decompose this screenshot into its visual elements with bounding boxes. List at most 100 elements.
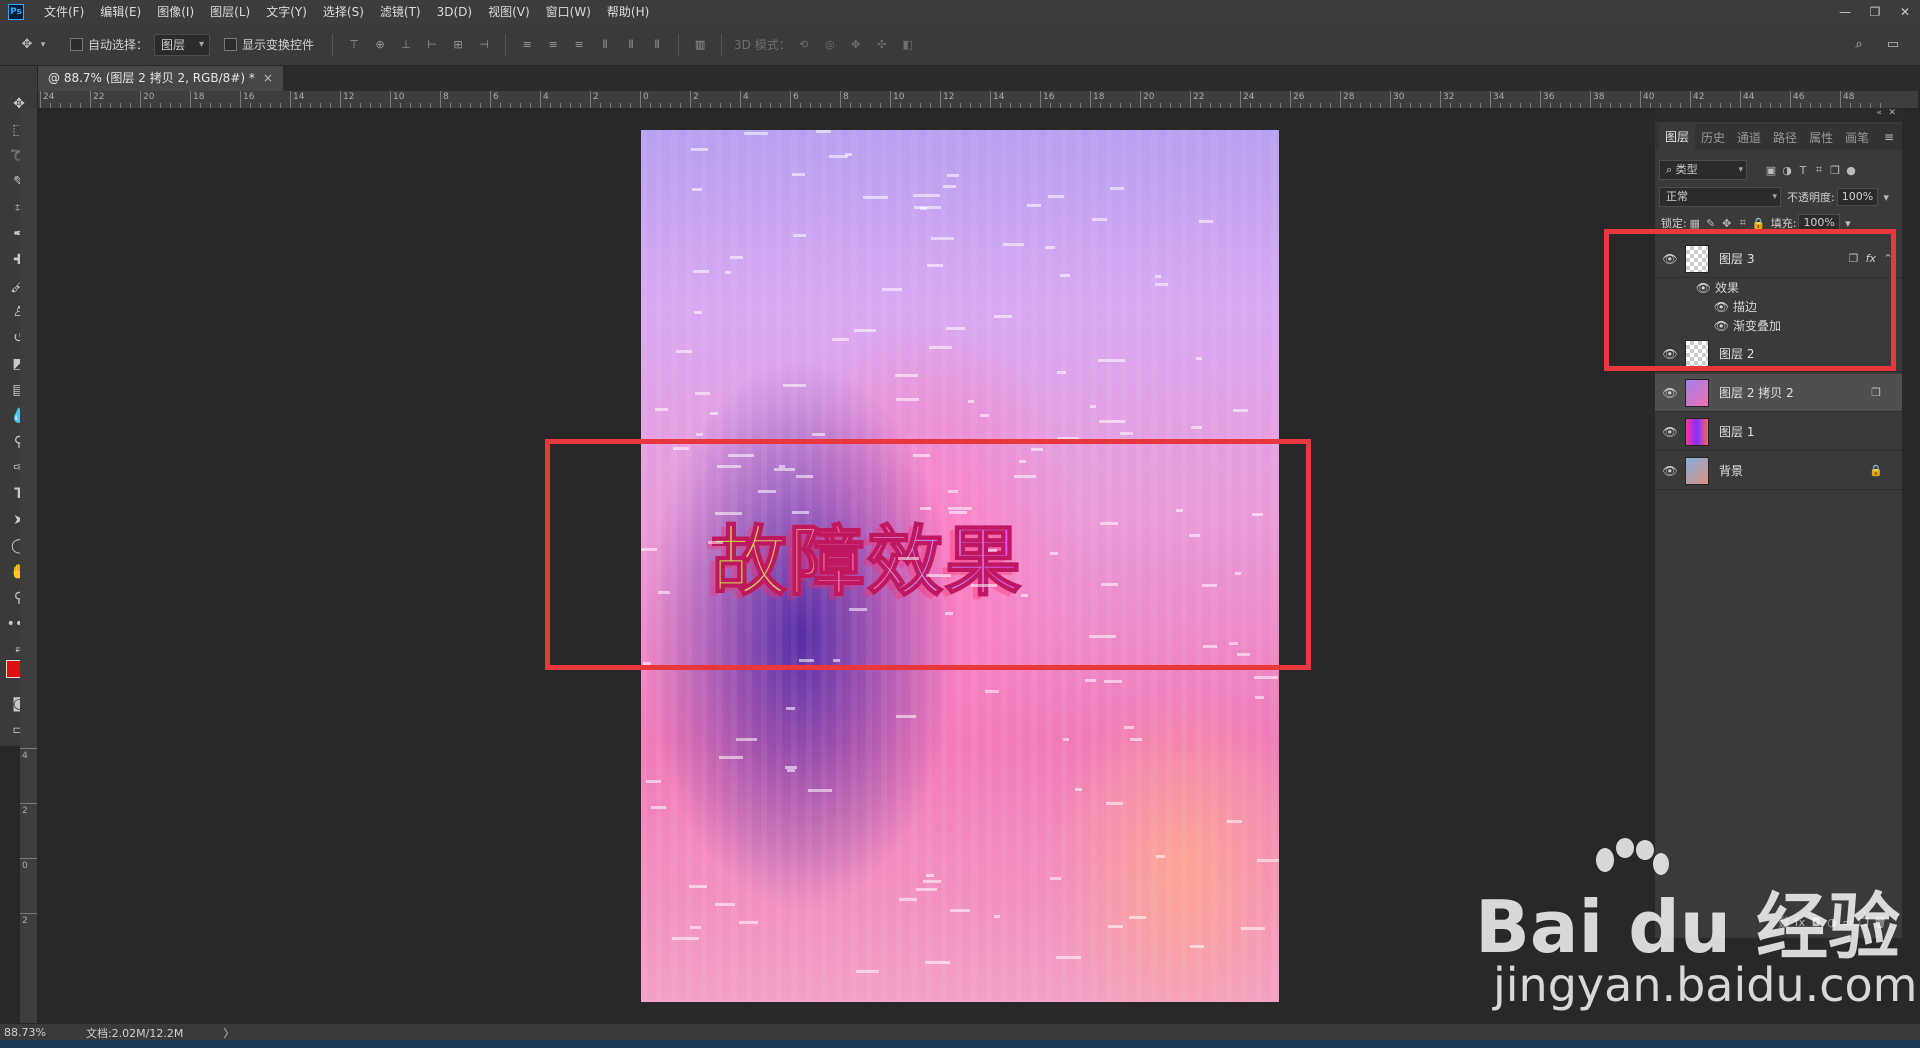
ruler-minor-tick: [50, 103, 51, 108]
filter-shape-icon[interactable]: ⌗: [1811, 162, 1827, 178]
workspace-icon[interactable]: ▭: [1882, 34, 1904, 56]
glitch-streak: [690, 926, 701, 929]
layer-row-1[interactable]: 👁 图层 1: [1655, 413, 1902, 451]
auto-select-checkbox[interactable]: [70, 38, 83, 51]
ruler-minor-tick: [730, 103, 731, 108]
ruler-minor-tick: [1570, 103, 1571, 108]
ruler-minor-tick: [1330, 103, 1331, 108]
glitch-streak: [651, 806, 666, 809]
ruler-tick: [1140, 91, 1141, 108]
layer-row-background[interactable]: 👁 背景 🔒: [1655, 452, 1902, 490]
blend-mode-dropdown[interactable]: 正常: [1659, 187, 1781, 207]
ruler-minor-tick: [210, 103, 211, 108]
opacity-field[interactable]: 100%: [1836, 188, 1879, 206]
auto-align-icon[interactable]: ▥: [691, 35, 709, 55]
menu-3d[interactable]: 3D(D): [429, 0, 480, 24]
menu-filter[interactable]: 滤镜(T): [372, 0, 429, 24]
menu-file[interactable]: 文件(F): [36, 0, 92, 24]
zoom-level[interactable]: 88.73%: [4, 1026, 46, 1039]
align-bottom-icon[interactable]: ⊥: [397, 35, 415, 55]
opacity-chevron-icon[interactable]: ▾: [1878, 189, 1894, 205]
ruler-tick: [590, 91, 591, 108]
filter-pixel-icon[interactable]: ▣: [1763, 162, 1779, 178]
ruler-minor-tick: [900, 103, 901, 108]
layer-filter-dropdown[interactable]: ⌕ 类型: [1659, 160, 1747, 180]
distribute-right-icon[interactable]: ⦀: [648, 35, 666, 55]
ruler-minor-tick: [980, 103, 981, 108]
ruler-minor-tick: [1650, 103, 1651, 108]
status-menu-arrow-icon[interactable]: 〉: [223, 1025, 234, 1041]
show-transform-checkbox[interactable]: [224, 38, 238, 51]
ruler-tick: [1640, 91, 1641, 108]
ruler-minor-tick: [1250, 103, 1251, 108]
menu-view[interactable]: 视图(V): [480, 0, 538, 24]
document-tab[interactable]: @ 88.7% (图层 2 拷贝 2, RGB/8#) * ×: [38, 66, 283, 91]
visibility-eye-icon[interactable]: 👁: [1655, 464, 1685, 478]
glitch-streak: [1241, 927, 1265, 930]
ruler-minor-tick: [810, 103, 811, 108]
glitch-streak: [785, 766, 797, 769]
align-top-icon[interactable]: ⊤: [345, 35, 363, 55]
close-panel-icon[interactable]: ✕: [1888, 108, 1896, 118]
ruler-tick: [1540, 91, 1541, 108]
distribute-bottom-icon[interactable]: ≡: [570, 35, 588, 55]
minimize-button[interactable]: —: [1830, 0, 1860, 24]
filter-toggle-icon[interactable]: ●: [1843, 162, 1859, 178]
tab-properties[interactable]: 属性: [1803, 129, 1839, 146]
panel-menu-icon[interactable]: ≡: [1884, 130, 1894, 144]
3d-orbit-icon[interactable]: ⟲: [795, 35, 813, 55]
menu-type[interactable]: 文字(Y): [258, 0, 315, 24]
menu-edit[interactable]: 编辑(E): [92, 0, 149, 24]
3d-roll-icon[interactable]: ◎: [821, 35, 839, 55]
filter-smart-object-icon[interactable]: ❐: [1827, 162, 1843, 178]
filter-adjustment-icon[interactable]: ◑: [1779, 162, 1795, 178]
3d-pan-icon[interactable]: ✥: [847, 35, 865, 55]
restore-button[interactable]: ❐: [1860, 0, 1890, 24]
document-tab-close-icon[interactable]: ×: [263, 66, 273, 91]
collapse-panel-icon[interactable]: «: [1876, 108, 1882, 118]
visibility-eye-icon[interactable]: 👁: [1655, 386, 1685, 400]
tab-brushes[interactable]: 画笔: [1839, 129, 1875, 146]
distribute-top-icon[interactable]: ≡: [518, 35, 536, 55]
ruler-minor-tick: [660, 103, 661, 108]
glitch-streak: [1106, 802, 1123, 805]
glitch-streak: [845, 153, 852, 156]
tool-preset-chevron-icon[interactable]: ▾: [38, 34, 48, 56]
ruler-tick: [490, 91, 491, 108]
close-button[interactable]: ✕: [1890, 0, 1920, 24]
lock-icon: 🔒: [1869, 464, 1883, 477]
tab-paths[interactable]: 路径: [1767, 129, 1803, 146]
menu-select[interactable]: 选择(S): [315, 0, 372, 24]
search-icon[interactable]: ⌕: [1848, 34, 1870, 56]
tab-layers[interactable]: 图层: [1659, 124, 1696, 150]
distribute-hcenter-icon[interactable]: ⦀: [622, 35, 640, 55]
ruler-minor-tick: [850, 103, 851, 108]
align-right-icon[interactable]: ⊣: [475, 35, 493, 55]
filter-type-icon[interactable]: T: [1795, 162, 1811, 178]
menu-window[interactable]: 窗口(W): [538, 0, 599, 24]
glitch-streak: [646, 780, 661, 783]
ruler-minor-tick: [510, 103, 511, 108]
ruler-label: 4: [743, 92, 749, 102]
auto-select-dropdown[interactable]: 图层: [154, 33, 211, 56]
tab-channels[interactable]: 通道: [1731, 129, 1767, 146]
move-tool-icon[interactable]: ✥: [16, 34, 38, 56]
ruler-minor-tick: [1210, 103, 1211, 108]
distribute-vcenter-icon[interactable]: ≡: [544, 35, 562, 55]
tab-history[interactable]: 历史: [1695, 129, 1731, 146]
menu-image[interactable]: 图像(I): [149, 0, 202, 24]
ruler-minor-tick: [800, 103, 801, 108]
vertical-ruler: 4 2 0 2: [20, 108, 37, 1023]
ruler-minor-tick: [410, 103, 411, 108]
3d-scale-icon[interactable]: ◧: [899, 35, 917, 55]
layer-row-2-copy-2[interactable]: 👁 图层 2 拷贝 2 ❐: [1655, 374, 1902, 412]
distribute-left-icon[interactable]: ⦀: [596, 35, 614, 55]
ruler-tick: [1390, 91, 1391, 108]
align-vcenter-icon[interactable]: ⊕: [371, 35, 389, 55]
3d-slide-icon[interactable]: ✣: [873, 35, 891, 55]
menu-help[interactable]: 帮助(H): [599, 0, 657, 24]
visibility-eye-icon[interactable]: 👁: [1655, 425, 1685, 439]
align-hcenter-icon[interactable]: ⊞: [449, 35, 467, 55]
align-left-icon[interactable]: ⊢: [423, 35, 441, 55]
menu-layer[interactable]: 图层(L): [202, 0, 258, 24]
